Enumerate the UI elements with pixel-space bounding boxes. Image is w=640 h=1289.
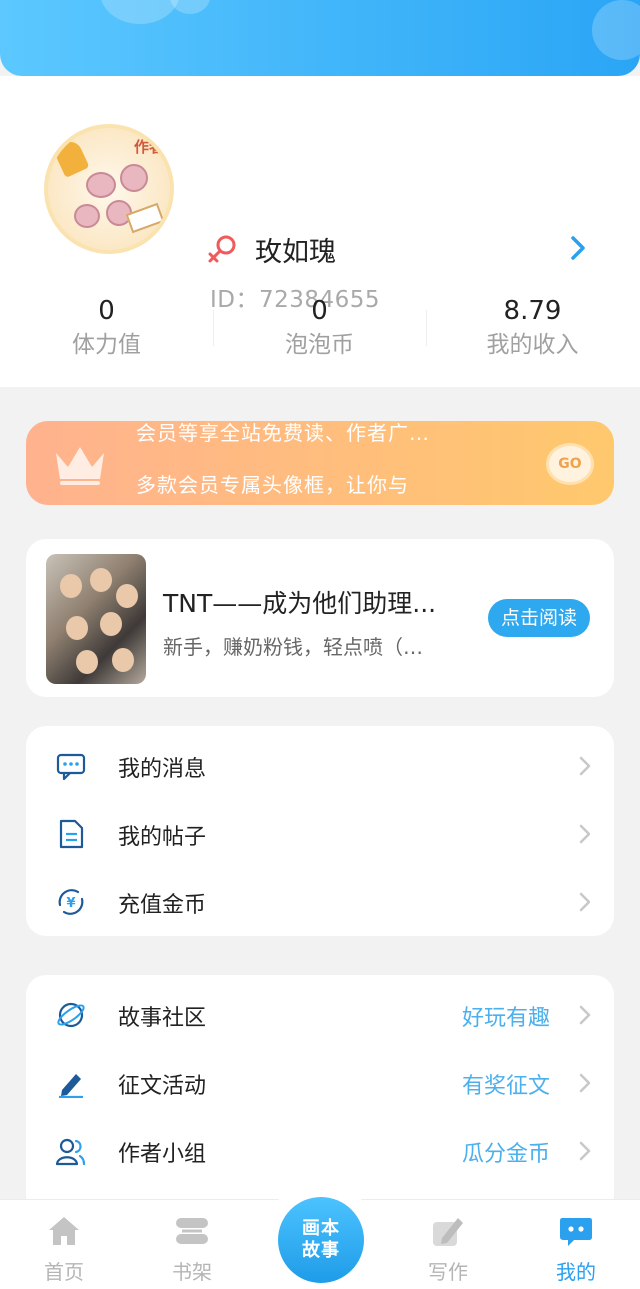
- crown-icon: [56, 447, 104, 485]
- nav-write[interactable]: 写作: [398, 1214, 498, 1285]
- stat-stamina[interactable]: 0 体力值: [0, 294, 213, 362]
- stat-label: 泡泡币: [285, 332, 354, 358]
- rose-decoration: [86, 172, 116, 198]
- nav-label: 我的: [556, 1260, 596, 1284]
- avatar[interactable]: 作者: [44, 124, 174, 254]
- stats-row: 0 体力值 0 泡泡币 8.79 我的收入: [0, 294, 640, 374]
- menu-item-posts[interactable]: 我的帖子: [26, 799, 614, 867]
- stat-label: 我的收入: [486, 332, 579, 358]
- home-icon: [49, 1217, 79, 1245]
- book-cover[interactable]: [46, 554, 146, 684]
- stat-bubble-coins[interactable]: 0 泡泡币: [213, 294, 426, 362]
- avatar-tag: 作者: [133, 138, 164, 156]
- group-icon: [56, 1138, 86, 1166]
- cover-face: [66, 616, 88, 640]
- picture-story-button[interactable]: 画本 故事: [278, 1197, 364, 1283]
- chevron-right-icon: [579, 892, 591, 912]
- stat-value: 0: [311, 296, 328, 326]
- menu-item-messages[interactable]: 我的消息: [26, 731, 614, 799]
- cover-face: [90, 568, 112, 592]
- top-banner: [0, 0, 640, 76]
- menu-extra: 瓜分金币: [461, 1142, 550, 1167]
- menu-item-author-group[interactable]: 作者小组 瓜分金币: [26, 1116, 614, 1184]
- chevron-right-icon: [579, 1073, 591, 1093]
- menu-item-writing-contest[interactable]: 征文活动 有奖征文: [26, 1048, 614, 1116]
- chevron-right-icon: [579, 1141, 591, 1161]
- banner-bubble: [100, 0, 180, 24]
- yuan-coin-icon: ¥: [58, 889, 84, 915]
- chevron-right-icon: [579, 824, 591, 844]
- banner-bubble: [592, 0, 640, 60]
- stat-label: 体力值: [72, 332, 141, 358]
- center-button-line: 故事: [302, 1240, 340, 1261]
- vip-promo-line: 会员等享全站免费读、作者广…: [136, 421, 430, 445]
- document-icon: [59, 819, 84, 849]
- cover-face: [116, 584, 138, 608]
- nav-mine[interactable]: 我的: [526, 1214, 626, 1285]
- vip-banner[interactable]: 会员等享全站免费读、作者广… 多款会员专属头像框，让你与 GO: [26, 421, 614, 505]
- bell-decoration: [52, 138, 90, 178]
- menu-item-story-community[interactable]: 故事社区 好玩有趣: [26, 980, 614, 1048]
- bookshelf-icon: [176, 1218, 208, 1244]
- nav-label: 首页: [44, 1260, 84, 1284]
- menu-card-community: 故事社区 好玩有趣 征文活动 有奖征文 作者小组 瓜分金币: [26, 975, 614, 1215]
- menu-label: 我的帖子: [118, 825, 207, 850]
- chevron-right-icon: [579, 756, 591, 776]
- read-button[interactable]: 点击阅读: [488, 599, 590, 637]
- menu-label: 征文活动: [118, 1074, 207, 1099]
- nickname: 玫如瑰: [255, 237, 336, 268]
- cover-face: [100, 612, 122, 636]
- profile-bubble-icon: [560, 1218, 592, 1246]
- book-title: TNT——成为他们助理...: [163, 589, 437, 618]
- cover-face: [76, 650, 98, 674]
- menu-card-personal: 我的消息 我的帖子 ¥ 充值金币: [26, 726, 614, 936]
- menu-extra: 好玩有趣: [461, 1006, 550, 1031]
- go-button[interactable]: GO: [546, 443, 594, 485]
- banner-bubble: [170, 0, 210, 14]
- book-decoration: [125, 202, 165, 234]
- nav-bookshelf[interactable]: 书架: [142, 1214, 242, 1285]
- chevron-right-icon: [579, 1005, 591, 1025]
- pen-icon: [59, 1074, 83, 1098]
- menu-item-recharge[interactable]: ¥ 充值金币: [26, 867, 614, 935]
- book-description: 新手，赚奶粉钱，轻点喷（…: [163, 635, 423, 659]
- center-button-line: 画本: [302, 1218, 340, 1239]
- menu-label: 充值金币: [118, 893, 207, 918]
- cover-face: [60, 574, 82, 598]
- stat-value: 8.79: [503, 296, 562, 326]
- menu-label: 我的消息: [118, 757, 207, 782]
- nav-label: 书架: [172, 1260, 212, 1284]
- menu-label: 作者小组: [118, 1142, 207, 1167]
- recent-book-card[interactable]: TNT——成为他们助理... 新手，赚奶粉钱，轻点喷（… 点击阅读: [26, 539, 614, 697]
- profile-section: 作者 玫如瑰 ID：72384655 0 体力值 0 泡泡币 8.79 我的收入: [0, 76, 640, 387]
- rose-decoration: [74, 204, 100, 228]
- planet-icon: [57, 1002, 85, 1028]
- stat-value: 0: [98, 296, 115, 326]
- svg-text:¥: ¥: [66, 896, 75, 911]
- nav-label: 写作: [428, 1260, 468, 1284]
- message-icon: [56, 753, 86, 781]
- nav-home[interactable]: 首页: [14, 1214, 114, 1285]
- vip-promo-line: 多款会员专属头像框，让你与: [136, 473, 409, 497]
- chevron-right-icon[interactable]: [567, 234, 589, 262]
- cover-face: [112, 648, 134, 672]
- write-icon: [433, 1218, 463, 1246]
- female-gender-icon: [208, 235, 236, 263]
- menu-extra: 有奖征文: [461, 1074, 550, 1099]
- stat-income[interactable]: 8.79 我的收入: [426, 294, 639, 362]
- menu-label: 故事社区: [118, 1006, 207, 1031]
- rose-decoration: [120, 164, 148, 192]
